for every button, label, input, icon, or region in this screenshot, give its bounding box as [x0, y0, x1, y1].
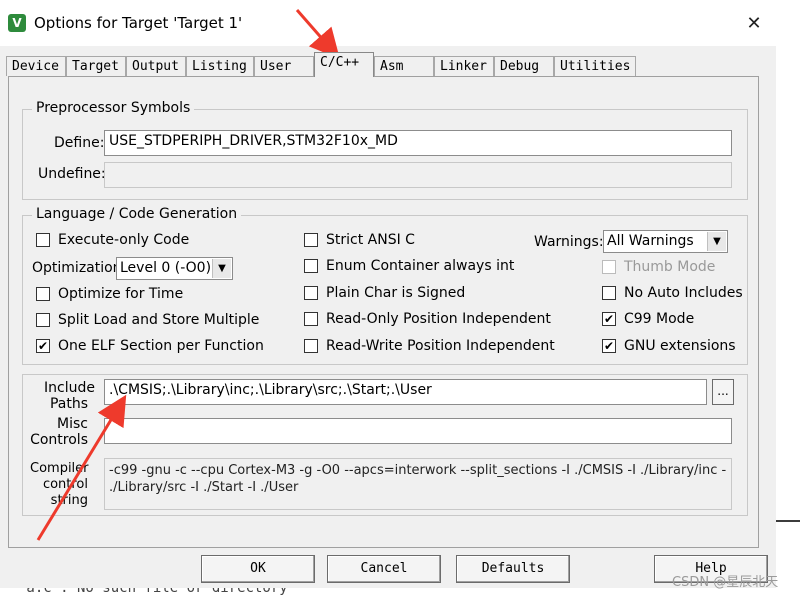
background-window-edge — [776, 0, 800, 596]
optimization-label: Optimization: — [32, 260, 127, 276]
compiler-control-string: -c99 -gnu -c --cpu Cortex-M3 -g -O0 --ap… — [104, 458, 732, 510]
include-label-line: Paths — [49, 396, 88, 412]
keil-app-icon: V — [8, 14, 26, 32]
divider — [776, 520, 800, 522]
misc-controls-input[interactable] — [104, 418, 732, 444]
warnings-select[interactable]: All Warnings ▼ — [603, 230, 728, 253]
browse-include-button[interactable]: ... — [712, 379, 734, 405]
checkbox-label: Execute-only Code — [58, 232, 190, 248]
checkbox-label: One ELF Section per Function — [58, 338, 264, 354]
compiler-control-label: Compiler control string — [30, 461, 89, 509]
undefine-label: Undefine: — [38, 166, 106, 182]
checkbox-label: Optimize for Time — [58, 286, 184, 302]
chevron-down-icon[interactable]: ▼ — [212, 259, 231, 278]
checkbox-label: GNU extensions — [624, 338, 736, 354]
checkbox-box[interactable] — [304, 339, 318, 353]
define-input[interactable]: USE_STDPERIPH_DRIVER,STM32F10x_MD — [104, 130, 732, 156]
checkbox-label: No Auto Includes — [624, 285, 743, 301]
checkbox-box[interactable] — [36, 233, 50, 247]
title-bar[interactable]: V Options for Target 'Target 1' ✕ — [0, 0, 776, 46]
watermark: CSDN @星辰北天 — [672, 575, 779, 590]
undefine-input[interactable] — [104, 162, 732, 188]
warnings-label: Warnings: — [534, 234, 604, 250]
close-icon[interactable]: ✕ — [742, 12, 766, 36]
cancel-button[interactable]: Cancel — [327, 555, 441, 583]
checkbox-label: Strict ANSI C — [326, 232, 415, 248]
checkmark-icon[interactable]: ✔ — [602, 339, 616, 353]
checkbox-box[interactable] — [304, 312, 318, 326]
tab-output[interactable]: Output — [126, 56, 186, 76]
tab-debug[interactable]: Debug — [494, 56, 554, 76]
background-output-line: "a.c": No such file or directory — [18, 588, 288, 596]
checkbox-box[interactable] — [602, 286, 616, 300]
tab-device[interactable]: Device — [6, 56, 66, 76]
misc-label-line: Misc — [57, 416, 88, 432]
compiler-string-line: -c99 -gnu -c --cpu Cortex-M3 -g -O0 --ap… — [109, 463, 727, 478]
misc-controls-label: Misc Controls — [30, 416, 88, 448]
checkbox-box[interactable] — [304, 286, 318, 300]
checkbox-label: C99 Mode — [624, 311, 695, 327]
checkbox-label: Thumb Mode — [624, 259, 716, 275]
compiler-label-line: Compiler — [30, 461, 89, 476]
checkbox-label: Plain Char is Signed — [326, 285, 466, 301]
checkbox-label: Read-Only Position Independent — [326, 311, 551, 327]
checkmark-icon[interactable]: ✔ — [602, 312, 616, 326]
compiler-label-line: string — [50, 493, 88, 508]
window-title: Options for Target 'Target 1' — [34, 14, 243, 32]
ok-button[interactable]: OK — [201, 555, 315, 583]
tab-asm[interactable]: Asm — [374, 56, 434, 76]
chevron-down-icon[interactable]: ▼ — [707, 232, 726, 251]
define-label: Define: — [54, 135, 105, 151]
checkbox-label: Split Load and Store Multiple — [58, 312, 260, 328]
checkbox-box[interactable] — [36, 287, 50, 301]
tab-user[interactable]: User — [254, 56, 314, 76]
tab-linker[interactable]: Linker — [434, 56, 494, 76]
tab-listing[interactable]: Listing — [186, 56, 254, 76]
defaults-button[interactable]: Defaults — [456, 555, 570, 583]
include-paths-label: Include Paths — [44, 380, 95, 412]
checkmark-icon[interactable]: ✔ — [36, 339, 50, 353]
checkbox-box[interactable] — [36, 313, 50, 327]
checkbox-box — [602, 260, 616, 274]
preprocessor-group-title: Preprocessor Symbols — [32, 100, 195, 116]
include-paths-input[interactable]: .\CMSIS;.\Library\inc;.\Library\src;.\St… — [104, 379, 707, 405]
tab-cpp[interactable]: C/C++ — [314, 52, 374, 77]
misc-label-line: Controls — [30, 432, 88, 448]
compiler-label-line: control — [42, 477, 88, 492]
options-dialog: V Options for Target 'Target 1' ✕ Device… — [0, 0, 776, 596]
checkbox-label: Read-Write Position Independent — [326, 338, 555, 354]
include-label-line: Include — [44, 380, 95, 396]
checkbox-box[interactable] — [304, 259, 318, 273]
checkbox-box[interactable] — [304, 233, 318, 247]
language-group-title: Language / Code Generation — [32, 206, 242, 222]
tab-target[interactable]: Target — [66, 56, 126, 76]
warnings-value: All Warnings — [607, 233, 694, 249]
checkbox-label: Enum Container always int — [326, 258, 515, 274]
compiler-string-line: ./Library/src -I ./Start -I ./User — [109, 480, 299, 495]
optimization-value: Level 0 (-O0) — [120, 260, 212, 276]
tab-utilities[interactable]: Utilities — [554, 56, 636, 76]
optimization-select[interactable]: Level 0 (-O0) ▼ — [116, 257, 233, 280]
